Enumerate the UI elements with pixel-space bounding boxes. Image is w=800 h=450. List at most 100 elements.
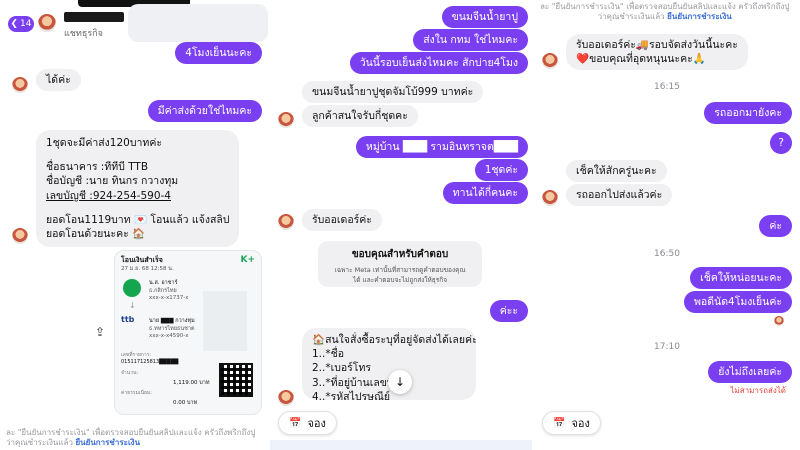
- avatar: [278, 112, 294, 128]
- message-bubble[interactable]: ได้ค่ะ: [36, 69, 81, 92]
- message-line: ❤️ขอบคุณที่อุดหนุนนะคะ🙏: [576, 53, 706, 66]
- chat-panel-3: ละ "ยืนยันการชำระเงิน" เพื่อตรวจสอบยืนยั…: [534, 0, 800, 450]
- message-line: ยอดโอน1119บาท 💌 โอนแล้ว แจ้งสลิป: [46, 213, 230, 226]
- watermark-building: [203, 291, 247, 351]
- message-line: ชื่อธนาคาร :ทีทีบี TTB: [46, 161, 149, 174]
- avatar: [278, 390, 294, 406]
- message-bubble[interactable]: รับออเดอร์ค่ะ: [302, 209, 382, 232]
- message-line: 1..*ชื่อ: [312, 348, 345, 361]
- avatar[interactable]: [38, 14, 56, 32]
- message-bubble[interactable]: หมู่บ้าน ███ รามอินทราจต███: [355, 136, 528, 159]
- payment-confirm-note: ละ "ยืนยันการชำระเงิน" เพื่อตรวจสอบยืนยั…: [6, 428, 255, 449]
- bank-info-message[interactable]: 1ชุดจะมีค่าส่ง120บาทค่ะ ชื่อธนาคาร :ทีที…: [36, 130, 240, 248]
- kbank-logo-icon: [123, 279, 141, 297]
- message-line: 1ชุดจะมีค่าส่ง120บาทค่ะ: [46, 137, 162, 149]
- chat-panel-2: ขนมจีนน้ำยาปู ส่งใน กทม ใช่ไหมคะ วันนี้ร…: [270, 0, 532, 450]
- calendar-icon: 📅: [553, 417, 566, 429]
- back-button[interactable]: ❮ 14: [8, 16, 34, 32]
- message-bubble[interactable]: วันนี้รอบเย็นส่งไหมคะ สักบ่าย4โมง: [349, 52, 528, 75]
- message-bubble[interactable]: รถออกไปส่งแล้วค่ะ: [566, 184, 673, 207]
- chevron-left-icon: ❮: [10, 19, 19, 29]
- chat-panel-1: ❮ 14 แชทธุรกิจ 4โมงเย็นนะคะ ได้ค่ะ มีค่า…: [0, 0, 268, 450]
- slip-to-bank: ธ.ทหารไทยธนชาต: [149, 326, 195, 332]
- message-line: 4..*รหัสไปรษณีย์: [312, 390, 390, 400]
- system-response-card: ขอบคุณสำหรับคำตอบ เฉพาะ Meta เท่านั้นที่…: [318, 241, 482, 287]
- slip-to-acct: xxx-x-x4590-x: [149, 333, 189, 339]
- page-name-redacted: [64, 12, 124, 22]
- message-line: ชื่อบัญชี :นาย ทินกร กวางทุม: [46, 175, 179, 188]
- message-line: 🏠สนใจสั่งซื้อระบุที่อยู่จัดส่งได้เลยค่ะ: [312, 334, 476, 346]
- slip-ref-label: เลขที่รายการ:: [121, 352, 152, 358]
- avatar: [278, 214, 294, 230]
- note-line: ว่าคุณชำระเงินแล้ว: [6, 438, 73, 448]
- avatar: [542, 190, 558, 206]
- slip-from-acct: xxx-x-x1737-x: [149, 295, 189, 301]
- seen-avatar: [774, 316, 784, 326]
- message-line: 2..*เบอร์โทร: [312, 362, 372, 375]
- message-line: [46, 203, 229, 213]
- avatar: [12, 228, 28, 244]
- note-line: ว่าคุณชำระเงินแล้ว: [597, 12, 665, 22]
- timestamp: 16:50: [654, 249, 680, 259]
- message-line: ยอดโอนด้วยนะคะ 🏠: [46, 227, 146, 240]
- system-card-body: เฉพาะ Meta เท่านั้นที่สามารถดูคำตอบของคุ…: [334, 266, 466, 274]
- message-bubble[interactable]: 4โมงเย็นนะคะ: [175, 42, 262, 65]
- message-bubble[interactable]: ค่ะะ: [489, 300, 528, 323]
- message-bubble[interactable]: 1ชุดค่ะ: [474, 159, 528, 182]
- header-preview-card: [128, 4, 268, 42]
- slip-ref-value: 015117125813█████: [121, 359, 179, 365]
- message-bubble[interactable]: ทานได้กี่คนคะ: [442, 182, 528, 205]
- message-bubble[interactable]: ขนมจีนน้ำยาปู: [441, 6, 528, 29]
- arrow-down-icon: ↓: [129, 301, 136, 310]
- book-button[interactable]: 📅 จอง: [278, 411, 337, 435]
- slip-amount-value: 1,119.00 บาท: [173, 380, 210, 386]
- message-bubble[interactable]: ส่งใน กทม ใช่ไหมคะ: [413, 29, 528, 52]
- confirm-payment-link[interactable]: ยืนยันการชำระเงิน: [75, 438, 140, 447]
- message-bubble[interactable]: ลูกค้าสนใจรับกี่ชุดคะ: [302, 105, 418, 128]
- message-bubble[interactable]: พอดีนัด4โมงเย็นค่ะ: [684, 291, 792, 314]
- message-bubble[interactable]: รับออเดอร์ค่ะ🚚รอบจัดส่งวันนี้นะคะ ❤️ขอบค…: [566, 34, 748, 71]
- arrow-down-icon: ↓: [394, 375, 406, 389]
- kplus-logo: K+: [240, 255, 255, 265]
- message-bubble[interactable]: มีค่าส่งด้วยใช่ไหมคะ: [147, 100, 262, 123]
- share-icon[interactable]: ⇪: [92, 324, 108, 340]
- calendar-icon: 📅: [289, 417, 302, 429]
- system-card-body: ได้ และคำตอบจะไม่ถูกส่งให้ธุรกิจ: [353, 276, 447, 284]
- slip-fee-label: ค่าธรรมเนียม:: [121, 390, 152, 396]
- slip-fee-value: 0.00 บาท: [173, 400, 198, 406]
- slip-from-bank: ธ.กสิกรไทย: [149, 288, 177, 294]
- scroll-down-button[interactable]: ↓: [388, 370, 412, 394]
- message-bubble[interactable]: เช็คให้หน่อยนะคะ: [690, 267, 792, 290]
- note-line: ละ "ยืนยันการชำระเงิน" เพื่อตรวจสอบยืนยั…: [6, 428, 256, 437]
- confirm-payment-link[interactable]: ยืนยันการชำระเงิน: [667, 12, 732, 21]
- timestamp: 17:10: [654, 342, 680, 352]
- message-bubble[interactable]: ยังไม่ถึงเลยค่ะ: [708, 361, 792, 384]
- chat-subtitle: แชทธุรกิจ: [64, 29, 103, 39]
- message-bubble[interactable]: ?: [770, 132, 792, 155]
- unread-badge: 14: [20, 19, 32, 29]
- book-button[interactable]: 📅 จอง: [542, 411, 601, 435]
- system-card-title: ขอบคุณสำหรับคำตอบ: [351, 249, 449, 260]
- slip-from-name: น.ส. อาชาร์: [149, 280, 178, 286]
- payment-confirm-note: ละ "ยืนยันการชำระเงิน" เพื่อตรวจสอบยืนยั…: [540, 2, 789, 23]
- ttb-logo-icon: ttb: [121, 315, 135, 324]
- book-button-label: จอง: [571, 417, 590, 430]
- avatar: [12, 77, 28, 93]
- message-line: รับออเดอร์ค่ะ🚚รอบจัดส่งวันนี้นะคะ: [576, 39, 738, 51]
- transfer-slip-image[interactable]: โอนเงินสำเร็จ 27 ม.ย. 68 12:58 น. K+ น.ส…: [114, 250, 262, 415]
- order-form-message[interactable]: 🏠สนใจสั่งซื้อระบุที่อยู่จัดส่งได้เลยค่ะ …: [302, 328, 476, 400]
- message-bubble[interactable]: เช็คให้สักครู่นะคะ: [566, 160, 667, 183]
- qr-code-icon: [219, 363, 253, 397]
- message-bubble[interactable]: ค่ะ: [759, 215, 792, 238]
- avatar: [542, 53, 558, 69]
- message-bubble[interactable]: รถออกมายังคะ: [704, 102, 792, 125]
- composer-strip: [270, 440, 532, 450]
- book-button-label: จอง: [307, 417, 326, 430]
- timestamp: 16:15: [654, 82, 680, 92]
- slip-amount-label: จำนวน:: [121, 370, 139, 376]
- message-bubble[interactable]: ขนมจีนน้ำยาปูชุดจัมโบ้999 บาทค่ะ: [302, 81, 484, 104]
- slip-date: 27 ม.ย. 68 12:58 น.: [121, 266, 174, 272]
- note-line: ละ "ยืนยันการชำระเงิน" เพื่อตรวจสอบยืนยั…: [540, 2, 790, 11]
- account-number[interactable]: เลขบัญชี :924-254-590-4: [46, 189, 229, 203]
- send-failed-label: ไม่สามารถส่งได้: [730, 386, 786, 395]
